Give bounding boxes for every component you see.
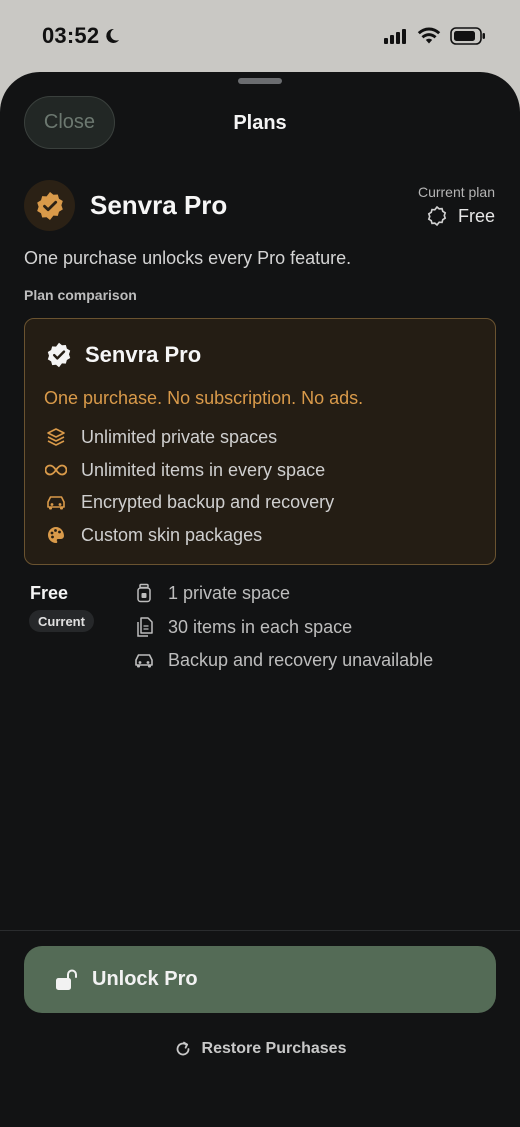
pro-card-subtitle: One purchase. No subscription. No ads. [44,388,364,408]
car-icon [45,491,67,513]
moon-icon [106,28,120,43]
footer-divider [0,930,520,931]
restore-purchases-button[interactable]: Restore Purchases [0,1040,520,1058]
pro-plan-card: Senvra Pro One purchase. No subscription… [24,318,496,565]
badge-outline-icon [427,205,447,227]
status-bar: 03:52 [0,0,520,72]
free-feature-item: 1 private space [133,582,290,604]
product-name: Senvra Pro [90,190,228,220]
infinity-icon [45,459,67,481]
layers-icon [45,426,67,448]
clock-text: 03:52 [42,23,100,48]
documents-icon [133,616,155,638]
free-feature-label: 1 private space [168,582,291,603]
sheet-grabber[interactable] [238,78,282,84]
pro-card-header: Senvra Pro [45,341,201,369]
unlock-pro-label: Unlock Pro [92,968,198,990]
battery-icon [450,27,485,45]
pro-feature-label: Encrypted backup and recovery [81,491,335,512]
pro-feature-item: Custom skin packages [45,524,262,546]
pro-feature-label: Unlimited private spaces [81,426,278,447]
pro-feature-label: Unlimited items in every space [81,459,326,480]
refresh-icon [176,1041,189,1056]
cellular-signal-icon [384,29,406,44]
current-plan-text: Free [457,205,495,226]
restore-purchases-label: Restore Purchases [201,1040,347,1057]
free-feature-item: 30 items in each space [133,616,352,638]
status-icons [384,27,486,45]
pro-feature-label: Custom skin packages [81,524,263,545]
current-plan-value: Free [426,205,495,227]
current-badge: Current [29,610,94,632]
status-time: 03:52 [42,23,121,49]
unlock-pro-button[interactable]: Unlock Pro [24,946,496,1013]
current-plan-label: Current plan [417,184,495,200]
pro-feature-item: Encrypted backup and recovery [45,491,334,513]
page-title: Plans [233,112,287,134]
wifi-icon [417,27,441,44]
plan-comparison-label: Plan comparison [24,287,137,303]
verified-badge-icon [47,342,71,368]
pro-badge [24,180,75,231]
pro-feature-item: Unlimited items in every space [45,459,325,481]
free-feature-label: 30 items in each space [168,616,353,637]
free-feature-item: Backup and recovery unavailable [133,649,433,671]
tagline: One purchase unlocks every Pro feature. [24,248,352,268]
plans-sheet: Close Plans Senvra Pro Current plan Free… [0,72,520,1127]
jar-icon [133,582,155,604]
car-icon [133,649,155,671]
pro-card-title: Senvra Pro [85,342,202,367]
palette-icon [45,524,67,546]
free-plan-title: Free [30,583,69,603]
unlock-icon [56,969,77,990]
verified-badge-icon [36,191,63,220]
pro-feature-item: Unlimited private spaces [45,426,277,448]
free-feature-label: Backup and recovery unavailable [168,649,434,670]
